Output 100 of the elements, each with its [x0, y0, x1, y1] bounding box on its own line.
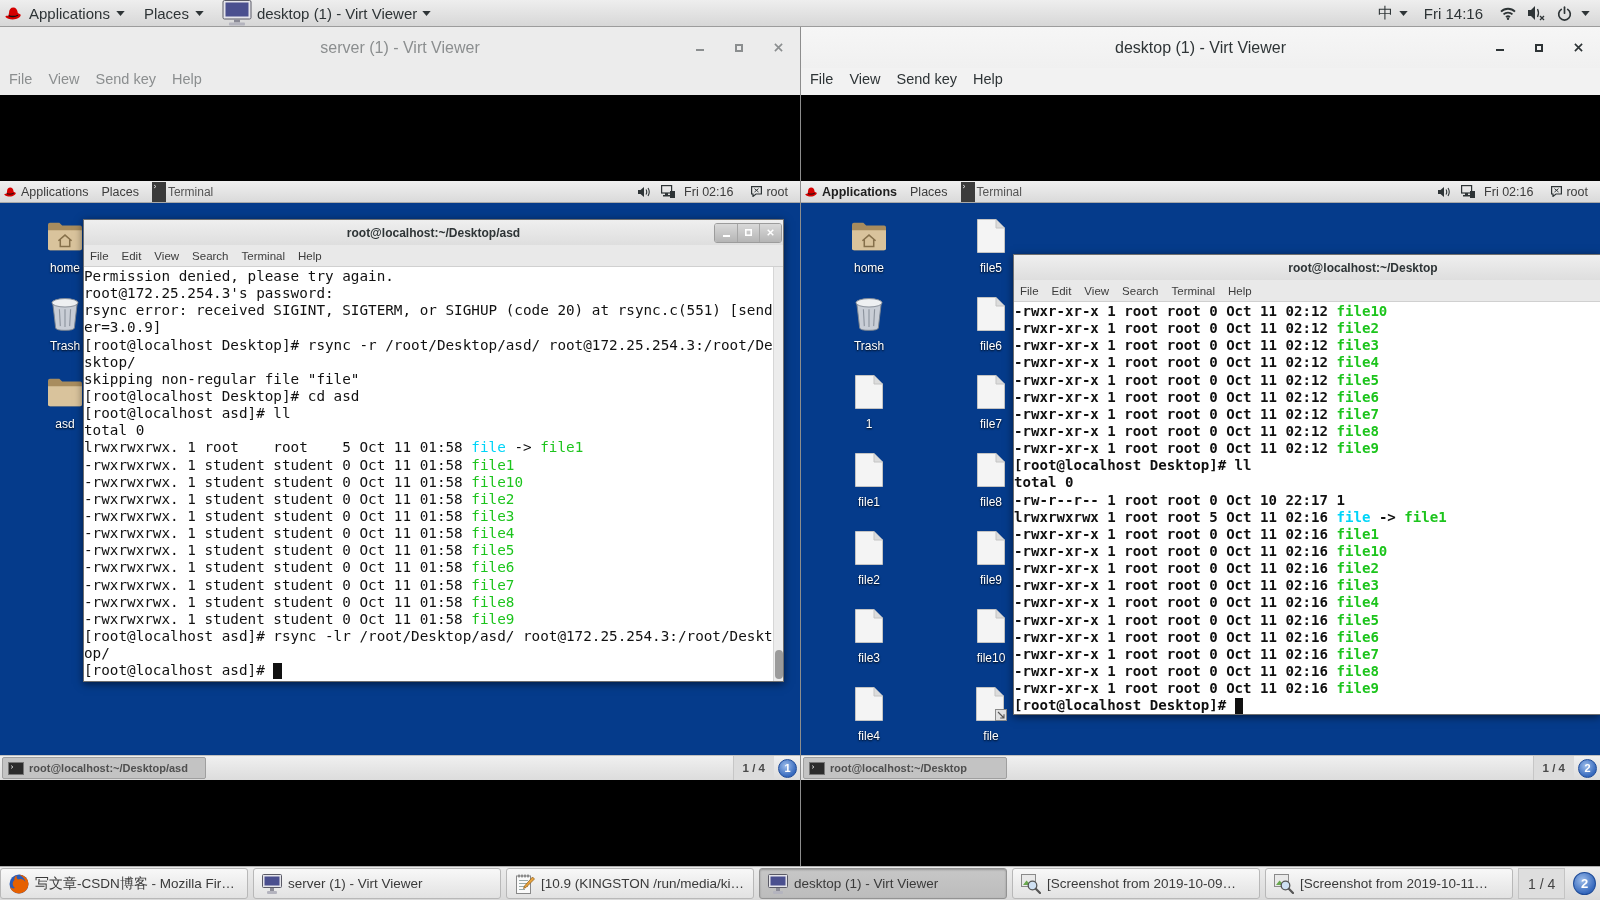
scrollbar-thumb[interactable]	[774, 650, 783, 679]
file-icon[interactable]	[855, 609, 883, 643]
icon-label[interactable]: 1	[865, 417, 873, 431]
clock[interactable]: Fri 14:16	[1423, 4, 1483, 22]
menu-item[interactable]: File	[1020, 284, 1039, 297]
menu-item[interactable]: Help	[973, 70, 1003, 88]
file-icon[interactable]	[977, 375, 1005, 409]
file-icon[interactable]	[977, 453, 1005, 487]
network-icon[interactable]	[661, 185, 676, 198]
window-menu[interactable]: desktop (1) - Virt Viewer	[221, 0, 432, 26]
workspace-indicator[interactable]: 1 / 4	[1532, 756, 1574, 780]
menu-item[interactable]: View	[154, 249, 180, 262]
close-icon[interactable]	[1574, 43, 1583, 52]
icon-label[interactable]: file	[983, 729, 999, 743]
window-title: desktop (1) - Virt Viewer	[1115, 38, 1286, 57]
menu-item[interactable]: Help	[298, 249, 322, 262]
file-icon[interactable]	[977, 609, 1005, 643]
menu-item[interactable]: File	[90, 249, 109, 262]
menu-item[interactable]: Edit	[1051, 284, 1072, 297]
icon-label[interactable]: file2	[858, 573, 880, 587]
icon-label[interactable]: file1	[858, 495, 880, 509]
icon-label[interactable]: file9	[980, 573, 1002, 587]
icon-label[interactable]: file7	[980, 417, 1002, 431]
picture-magnifier-icon	[1274, 873, 1294, 894]
trash-icon[interactable]	[855, 297, 883, 331]
panel-menu[interactable]: Applications	[21, 184, 89, 199]
file-icon[interactable]	[977, 531, 1005, 565]
menu-item[interactable]: Terminal	[241, 249, 285, 262]
menu-item[interactable]: File	[810, 70, 834, 88]
taskbar-button[interactable]: server (1) - Virt Viewer	[253, 868, 501, 899]
file-icon[interactable]	[855, 453, 883, 487]
icon-label[interactable]: file8	[980, 495, 1002, 509]
panel-menu[interactable]: Places	[143, 4, 204, 22]
speaker-icon[interactable]	[1438, 185, 1452, 198]
file-icon[interactable]	[977, 297, 1005, 331]
icon-label[interactable]: home	[50, 261, 80, 275]
taskbar-button[interactable]: [Screenshot from 2019-10-09…	[1012, 868, 1260, 899]
window-list-button[interactable]: root@localhost:~/Desktop/asd	[2, 757, 206, 779]
icon-label[interactable]: file3	[858, 651, 880, 665]
terminal-line: -rwxrwxrwx. 1 student student 0 Oct 11 01:58 file3	[84, 507, 515, 526]
taskbar-button[interactable]: desktop (1) - Virt Viewer	[759, 868, 1007, 899]
icon-label[interactable]: file5	[980, 261, 1002, 275]
taskbar-button[interactable]: 写文章-CSDN博客 - Mozilla Fir…	[0, 868, 248, 899]
notepad-icon	[515, 873, 535, 894]
close-button[interactable]	[759, 223, 781, 242]
user-menu[interactable]: root	[1551, 184, 1588, 199]
input-method-menu[interactable]: 中	[1377, 3, 1408, 23]
user-menu[interactable]: root	[751, 184, 788, 199]
workspace-indicator[interactable]: 1 / 4	[1518, 868, 1566, 899]
hat-logo-icon[interactable]	[4, 186, 16, 197]
file-icon[interactable]	[855, 531, 883, 565]
icon-label[interactable]: home	[854, 261, 884, 275]
file-icon[interactable]	[855, 687, 883, 721]
menu-item[interactable]: View	[1084, 284, 1110, 297]
icon-label[interactable]: file4	[858, 729, 880, 743]
menu-item[interactable]: Search	[192, 249, 229, 262]
panel-menu[interactable]: Applications	[822, 184, 897, 199]
home-folder-icon[interactable]	[48, 221, 82, 251]
icon-label[interactable]: asd	[55, 417, 75, 431]
maximize-button[interactable]	[737, 223, 759, 242]
speaker-icon[interactable]	[638, 185, 652, 198]
app-menu[interactable]: Terminal	[960, 181, 1022, 202]
panel-menu[interactable]: Places	[910, 184, 948, 199]
wifi-icon[interactable]	[1500, 6, 1516, 20]
icon-label[interactable]: file10	[976, 651, 1006, 665]
network-icon[interactable]	[1461, 185, 1476, 198]
minimize-button[interactable]	[715, 223, 737, 242]
menu-item[interactable]: Search	[1122, 284, 1159, 297]
menu-item[interactable]: Send key	[896, 70, 957, 88]
menu-item[interactable]: Help	[1228, 284, 1252, 297]
scrollbar-track[interactable]	[772, 267, 783, 681]
taskbar-button[interactable]: [10.9 (KINGSTON /run/media/ki…	[506, 868, 754, 899]
workspace-indicator[interactable]: 1 / 4	[732, 756, 774, 780]
panel-menu[interactable]: Applications	[29, 4, 125, 22]
hat-logo-icon[interactable]	[5, 6, 21, 20]
icon-label[interactable]: file6	[980, 339, 1002, 353]
icon-label[interactable]: Trash	[853, 339, 885, 353]
terminal-line: -rwxr-xr-x 1 root root 0 Oct 11 02:16 file5	[1014, 611, 1379, 629]
maximize-icon[interactable]	[1535, 43, 1543, 52]
taskbar-button[interactable]: [Screenshot from 2019-10-11…	[1265, 868, 1513, 899]
menu-item[interactable]: View	[849, 70, 881, 88]
app-menu[interactable]: Terminal	[151, 181, 214, 202]
terminal-line: total 0	[84, 422, 145, 440]
link-file-icon[interactable]	[975, 687, 1007, 721]
window-list-button[interactable]: root@localhost:~/Desktop	[803, 757, 1007, 779]
menu-item[interactable]: Terminal	[1171, 284, 1215, 297]
icon-label[interactable]: Trash	[49, 339, 81, 353]
power-icon[interactable]	[1557, 5, 1572, 21]
speaker-muted-icon[interactable]	[1528, 5, 1545, 21]
home-folder-icon[interactable]	[852, 221, 886, 251]
file-icon[interactable]	[855, 375, 883, 409]
trash-icon[interactable]	[51, 297, 79, 331]
terminal-line: -rwxr-xr-x 1 root root 0 Oct 11 02:12 file7	[1014, 405, 1379, 423]
clock[interactable]: Fri 02:16	[1484, 184, 1534, 199]
hat-logo-icon[interactable]	[805, 186, 817, 197]
folder-icon[interactable]	[48, 377, 82, 407]
panel-menu[interactable]: Places	[101, 184, 139, 199]
menu-item[interactable]: Edit	[121, 249, 142, 262]
file-icon[interactable]	[977, 219, 1005, 253]
clock[interactable]: Fri 02:16	[684, 184, 734, 199]
